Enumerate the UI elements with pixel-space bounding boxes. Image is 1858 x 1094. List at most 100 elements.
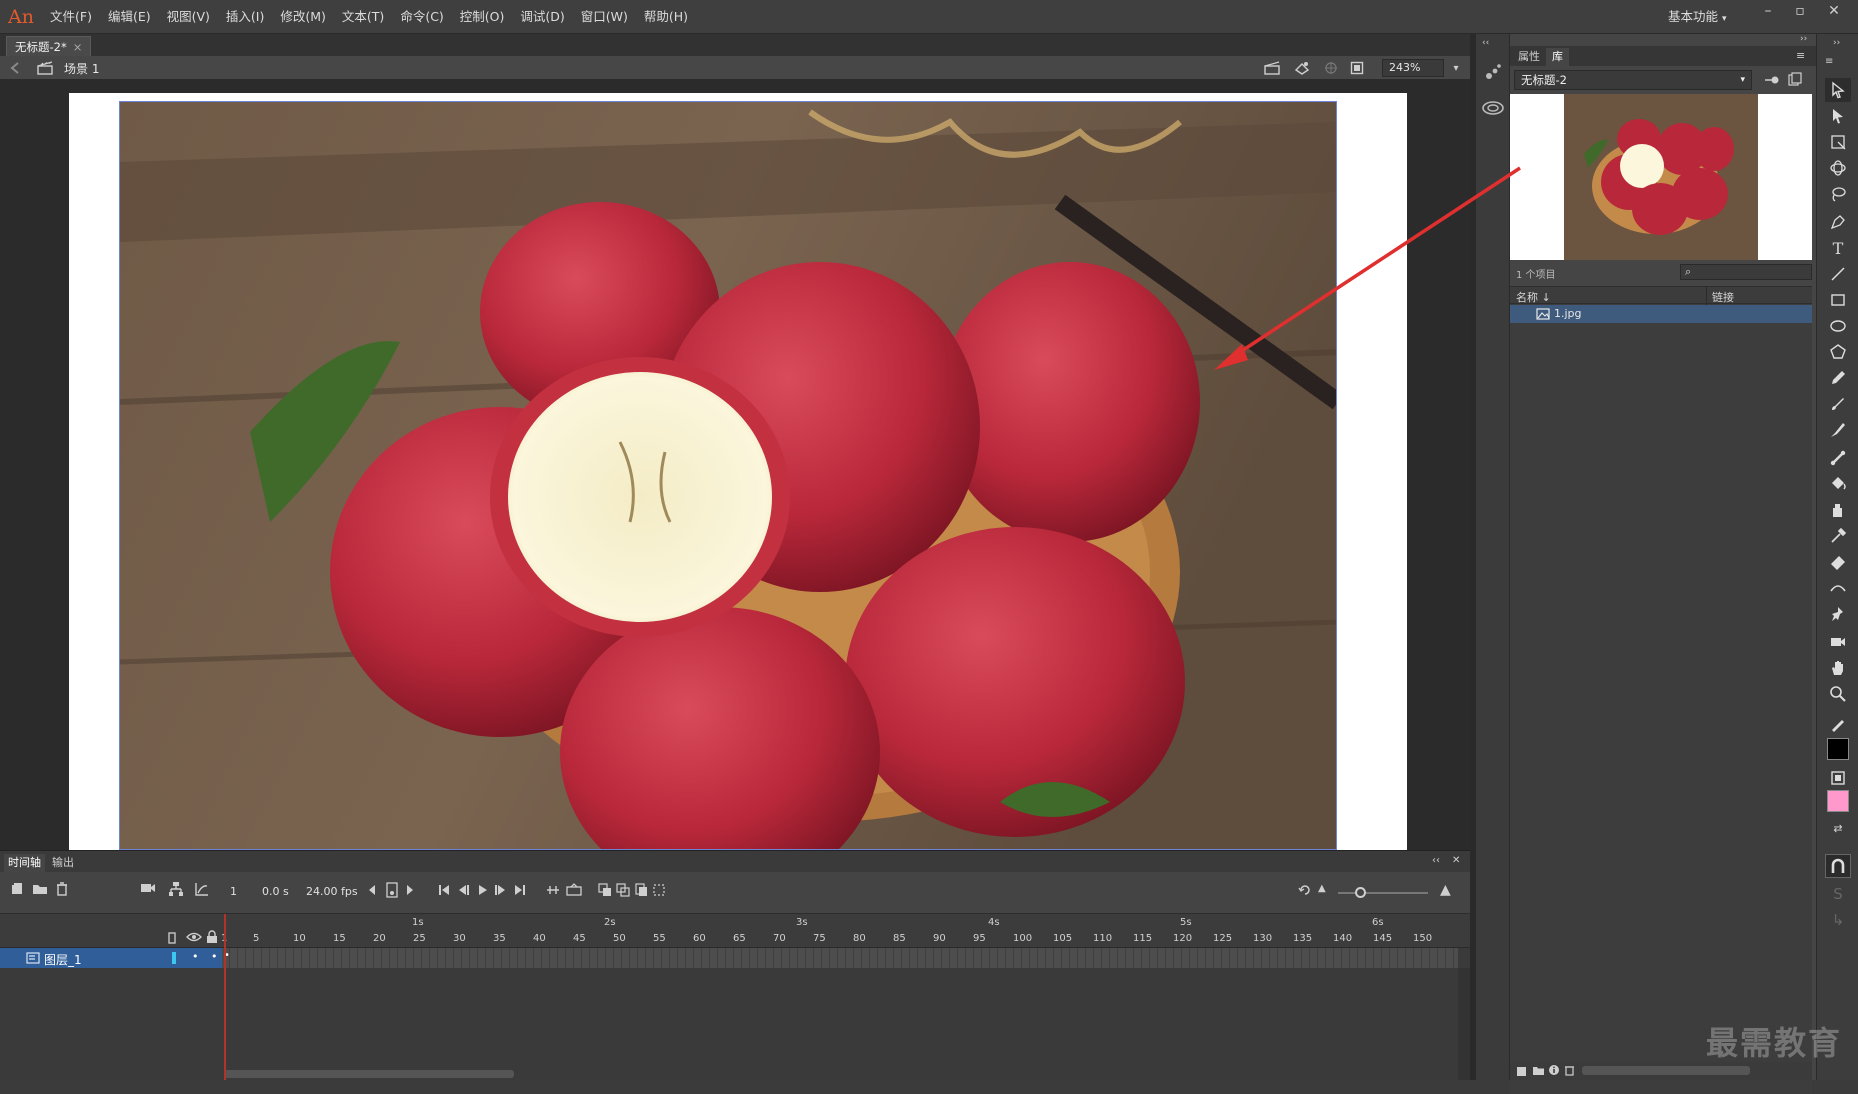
onion-skin-icon[interactable] [598,883,612,897]
width-icon[interactable] [1825,576,1851,600]
paint-brush-icon[interactable] [1825,392,1851,416]
goto-last-icon[interactable] [514,884,526,896]
timeline-h-scrollbar[interactable] [224,1070,514,1078]
free-transform-icon[interactable] [1825,130,1851,154]
fill-color-icon[interactable] [1825,766,1851,790]
collapse-icon[interactable]: ‹‹ [1482,38,1489,48]
polystar-icon[interactable] [1825,340,1851,364]
modify-markers-icon[interactable] [652,883,666,897]
tab-library[interactable]: 库 [1546,48,1569,66]
layer-row[interactable]: 图层_1 • • [0,948,222,968]
stroke-color-icon[interactable] [1825,712,1851,736]
menu-debug[interactable]: 调试(D) [512,0,572,34]
trash-icon[interactable] [1564,1064,1575,1076]
play-icon[interactable] [478,884,488,896]
camera-icon[interactable] [1825,630,1851,654]
graph-icon[interactable] [194,881,210,897]
loop-playback-icon[interactable] [1298,883,1312,897]
layer-name[interactable]: 图层_1 [44,951,82,968]
prev-keyframe-icon[interactable] [368,884,376,896]
snap-icon[interactable] [1322,59,1340,77]
chevron-down-icon[interactable]: ▾ [1448,60,1464,76]
text-icon[interactable]: T [1825,236,1851,260]
zoom-in-frames-icon[interactable]: ▲ [1440,882,1451,898]
new-symbol-icon[interactable] [1516,1065,1528,1077]
new-library-panel-icon[interactable] [1788,72,1802,86]
bone-icon[interactable] [1825,446,1851,470]
menu-control[interactable]: 控制(O) [452,0,513,34]
collapse-icon[interactable]: ‹‹ [1432,855,1440,866]
3d-rotation-icon[interactable] [1825,156,1851,180]
minimize-button[interactable]: – [1754,0,1782,26]
smooth-icon[interactable]: S [1825,882,1851,906]
lock-icon[interactable] [206,930,218,944]
collapse-icon[interactable]: ›› [1800,34,1807,44]
close-panel-icon[interactable]: ✕ [1452,855,1460,866]
fill-color-swatch[interactable] [1827,790,1849,812]
document-tab[interactable]: 无标题-2* × [6,36,92,56]
frame-rate[interactable]: 24.00 fps [306,885,358,898]
frame-size-slider[interactable] [1338,892,1428,894]
new-folder-icon[interactable] [32,882,48,896]
clip-stage-icon[interactable] [1348,59,1366,77]
loop-icon[interactable] [546,883,560,897]
menu-insert[interactable]: 插入(I) [218,0,272,34]
swap-colors-icon[interactable]: ⇄ [1825,816,1851,840]
snap-to-objects-icon[interactable] [1825,854,1851,878]
back-arrow-icon[interactable] [8,60,24,76]
close-icon[interactable]: × [73,40,83,54]
panel-menu-icon[interactable]: ≡ [1825,56,1833,67]
menu-commands[interactable]: 命令(C) [392,0,451,34]
selection-tool-icon[interactable] [1825,78,1851,102]
straighten-icon[interactable]: ↳ [1825,908,1851,932]
menu-edit[interactable]: 编辑(E) [100,0,159,34]
pin-icon[interactable] [1825,602,1851,626]
layer-visible-dot[interactable]: • [192,950,199,963]
frame-cells[interactable]: • [222,948,1458,968]
ink-bottle-icon[interactable] [1825,498,1851,522]
library-document-select[interactable]: 无标题-2 ▾ [1514,70,1752,90]
new-layer-icon[interactable] [10,882,24,896]
subselection-tool-icon[interactable] [1825,104,1851,128]
lasso-icon[interactable] [1825,182,1851,206]
tab-timeline[interactable]: 时间轴 [4,854,45,872]
brush-icon[interactable] [1825,418,1851,442]
menu-file[interactable]: 文件(F) [42,0,100,34]
highlight-icon[interactable] [168,932,176,944]
column-linkage[interactable]: 链接 [1712,289,1734,305]
oval-icon[interactable] [1825,314,1851,338]
zoom-icon[interactable] [1825,682,1851,706]
trash-icon[interactable] [56,882,68,896]
tab-output[interactable]: 输出 [48,854,78,872]
maximize-button[interactable]: ▫ [1786,0,1814,26]
menu-text[interactable]: 文本(T) [334,0,392,34]
menu-view[interactable]: 视图(V) [159,0,218,34]
step-forward-icon[interactable] [494,884,506,896]
menu-modify[interactable]: 修改(M) [272,0,334,34]
menu-help[interactable]: 帮助(H) [636,0,696,34]
paint-bucket-icon[interactable] [1825,472,1851,496]
frame-size-slider-thumb[interactable] [1355,887,1366,898]
timeline-scrollbar[interactable] [1458,968,1470,1080]
zoom-input[interactable]: 243% [1382,59,1444,77]
current-frame[interactable]: 1 [230,885,237,898]
info-icon[interactable] [1548,1064,1560,1076]
elapsed-time[interactable]: 0.0 s [262,885,289,898]
layer-color[interactable] [172,952,176,964]
motion-presets-icon[interactable] [1483,62,1503,82]
zoom-out-frames-icon[interactable]: ▲ [1318,883,1326,894]
new-folder-icon[interactable] [1532,1065,1545,1076]
rectangle-icon[interactable] [1825,288,1851,312]
insert-keyframe-icon[interactable] [386,882,398,898]
library-h-scrollbar[interactable] [1582,1066,1750,1075]
apple-photo[interactable] [119,101,1337,850]
edit-scene-icon[interactable] [1262,59,1282,77]
library-item[interactable]: 1.jpg [1510,305,1812,323]
stroke-color-swatch[interactable] [1827,738,1849,760]
tab-properties[interactable]: 属性 [1512,48,1546,66]
playhead[interactable] [224,914,226,1080]
eye-icon[interactable] [186,931,202,943]
eyedropper-icon[interactable] [1825,524,1851,548]
pen-icon[interactable] [1825,210,1851,234]
cc-libraries-icon[interactable] [1482,100,1504,116]
